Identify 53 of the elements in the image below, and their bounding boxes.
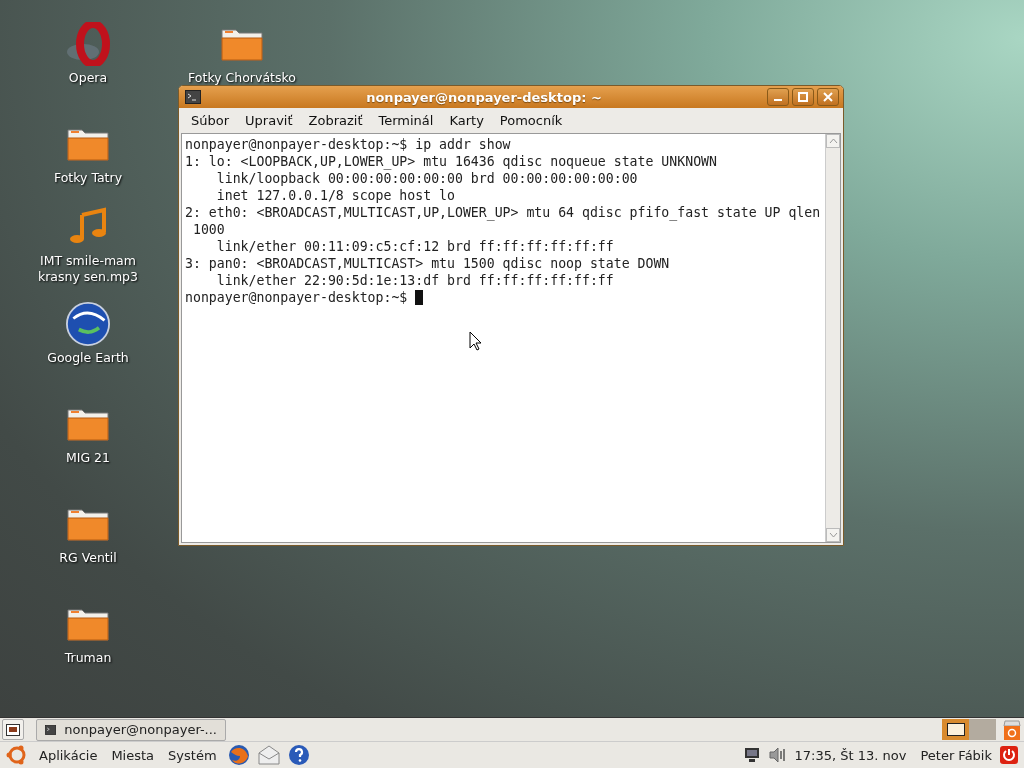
terminal-line: 2: eth0: <BROADCAST,MULTICAST,UP,LOWER_UP> mtu 64 qdisc pfifo_fast state UP qlen: [185, 204, 821, 221]
globe-icon[interactable]: [64, 302, 112, 346]
clock[interactable]: 17:35, Št 13. nov: [794, 747, 907, 763]
desktop-icon: [6, 723, 20, 736]
terminal-line: link/loopback 00:00:00:00:00:00 brd 00:00:00:00:00:00: [215, 170, 638, 187]
terminal-line: 3: pan0: <BROADCAST,MULTICAST> mtu 1500 qdisc noop state DOWN: [185, 255, 670, 272]
desktop-icon-label[interactable]: Fotky Tatry: [53, 170, 123, 186]
close-icon: [823, 92, 833, 102]
maximize-button[interactable]: [792, 88, 814, 106]
desktop-icon-label[interactable]: Fotky Chorvátsko: [188, 70, 296, 86]
terminal-line: link/ether 00:11:09:c5:cf:12 brd ff:ff:ff:ff:ff:ff: [215, 238, 614, 255]
desktop-icon-label[interactable]: Truman: [64, 650, 112, 666]
terminal-line: nonpayer@nonpayer-desktop:~$: [185, 289, 409, 306]
minimize-button[interactable]: [767, 88, 789, 106]
desktop-icon-label[interactable]: Google Earth: [47, 350, 129, 366]
panel-menu[interactable]: Aplikácie: [36, 747, 101, 763]
taskbar-button[interactable]: nonpayer@nonpayer-...: [36, 718, 226, 741]
terminal-line: 1000: [191, 221, 225, 238]
desktop-icon-label[interactable]: Opera: [68, 70, 108, 86]
show-desktop-button[interactable]: [2, 719, 24, 740]
power-icon[interactable]: [1000, 746, 1018, 764]
menu-item[interactable]: Zobraziť: [300, 113, 371, 128]
help-icon[interactable]: [287, 744, 310, 766]
menu-item[interactable]: Pomocník: [491, 113, 571, 128]
menu-item[interactable]: Karty: [441, 113, 492, 128]
panel-menu[interactable]: Systém: [165, 747, 220, 763]
window-title: nonpayer@nonpayer-desktop: ~: [365, 89, 603, 105]
terminal-icon: [45, 722, 57, 737]
menu-item[interactable]: Upraviť: [237, 113, 301, 128]
workspace-switcher-item[interactable]: [969, 719, 996, 740]
desktop-icon-label[interactable]: RG Ventil: [59, 550, 117, 566]
mail-envelope-icon[interactable]: [257, 745, 280, 765]
terminal-line: 1: lo: <LOOPBACK,UP,LOWER_UP> mtu 16436 qdisc noqueue state UNKNOWN: [185, 153, 717, 170]
desktop-icon-label[interactable]: IMT smile-mam krasny sen.mp3: [30, 253, 146, 285]
maximize-icon: [798, 92, 808, 102]
speaker-icon[interactable]: [768, 747, 787, 763]
user-name[interactable]: Peter Fábik: [920, 747, 992, 763]
terminal-line: inet 127.0.0.1/8 scope host lo: [215, 187, 455, 204]
terminal-line: nonpayer@nonpayer-desktop:~$ ip addr show: [185, 136, 511, 153]
mouse-pointer-icon: [469, 331, 482, 351]
text-cursor: [415, 290, 424, 305]
terminal-line: link/ether 22:90:5d:1e:13:df brd ff:ff:ff:ff:ff:ff: [215, 272, 614, 289]
workspace-switcher-item[interactable]: [942, 719, 969, 740]
trash-icon[interactable]: [1002, 718, 1022, 741]
panel-menu[interactable]: Miesta: [108, 747, 158, 763]
menu-item[interactable]: Terminál: [370, 113, 442, 128]
minimize-icon: [774, 99, 782, 101]
network-icon[interactable]: [742, 747, 761, 763]
menu-item[interactable]: Súbor: [183, 113, 238, 128]
desktop-icon-label[interactable]: MIG 21: [65, 450, 110, 466]
browser-globe-icon[interactable]: [227, 744, 250, 766]
close-button[interactable]: [817, 88, 839, 106]
terminal-icon: [185, 90, 201, 104]
